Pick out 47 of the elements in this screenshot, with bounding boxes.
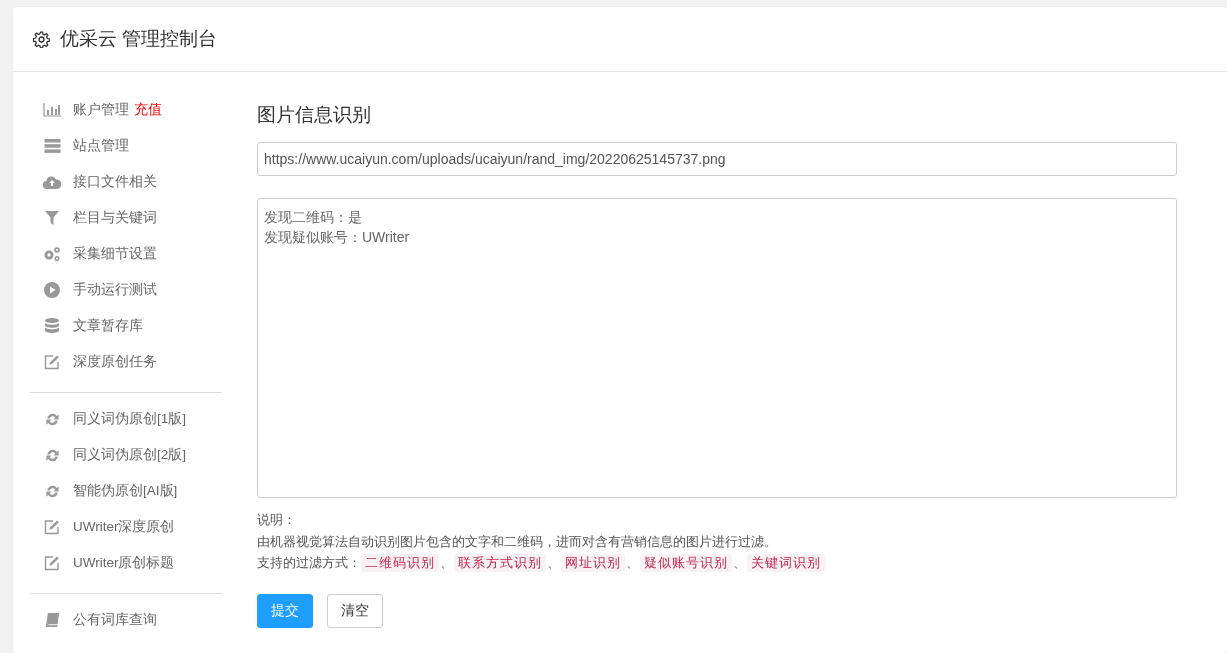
section-title: 图片信息识别 bbox=[257, 103, 372, 127]
book-icon bbox=[43, 612, 61, 628]
sidebar-item[interactable]: 公有词库查询 bbox=[73, 611, 157, 629]
filter-label: 支持的过滤方式： bbox=[257, 555, 361, 572]
separator-text: 、 bbox=[733, 555, 746, 572]
sidebar-item[interactable]: 同义词伪原创[1版] bbox=[73, 410, 186, 428]
gears-icon bbox=[43, 246, 61, 262]
edit-icon bbox=[43, 354, 61, 370]
gear-icon bbox=[33, 30, 50, 48]
sidebar-item[interactable]: 深度原创任务 bbox=[73, 353, 157, 371]
sidebar-item[interactable]: 智能伪原创[AI版] bbox=[73, 482, 178, 500]
url-field[interactable]: https://www.ucaiyun.com/uploads/ucaiyun/rand_img/20220625145737.png bbox=[257, 142, 1177, 176]
recharge-link[interactable]: 充值 bbox=[134, 101, 162, 119]
cloud-upload-icon bbox=[43, 175, 61, 189]
filter-tag: 联系方式识别 bbox=[454, 554, 546, 572]
edit-icon bbox=[43, 519, 61, 535]
sidebar-item[interactable]: 栏目与关键词 bbox=[73, 209, 157, 227]
description-text: 由机器视觉算法自动识别图片包含的文字和二维码，进而对含有营销信息的图片进行过滤。 bbox=[257, 534, 778, 551]
sidebar-item[interactable]: 账户管理 bbox=[73, 101, 129, 119]
sidebar-item[interactable]: 同义词伪原创[2版] bbox=[73, 446, 186, 464]
filter-tag: 网址识别 bbox=[561, 554, 625, 572]
sidebar-item[interactable]: 接口文件相关 bbox=[73, 173, 157, 191]
sidebar-item[interactable]: 文章暂存库 bbox=[73, 317, 143, 335]
sidebar-item[interactable]: UWriter深度原创 bbox=[73, 518, 175, 536]
page-title: 优采云 管理控制台 bbox=[60, 27, 218, 51]
clear-button[interactable]: 清空 bbox=[327, 594, 383, 628]
sidebar-item[interactable]: UWriter原创标题 bbox=[73, 554, 175, 572]
separator-text: 、 bbox=[547, 555, 560, 572]
bar-chart-icon bbox=[43, 103, 61, 117]
refresh-icon bbox=[43, 447, 61, 463]
filter-icon bbox=[43, 211, 61, 225]
filter-tag: 关键词识别 bbox=[747, 554, 825, 572]
notes-heading: 说明： bbox=[257, 512, 297, 529]
refresh-icon bbox=[43, 483, 61, 499]
sidebar-item[interactable]: 采集细节设置 bbox=[73, 245, 157, 263]
sidebar-item[interactable]: 手动运行测试 bbox=[73, 281, 157, 299]
refresh-icon bbox=[43, 411, 61, 427]
server-icon bbox=[43, 139, 61, 153]
sidebar-item[interactable]: 站点管理 bbox=[73, 137, 129, 155]
result-field[interactable]: 发现二维码：是 发现疑似账号：UWriter bbox=[257, 198, 1177, 498]
filter-tag: 二维码识别 bbox=[361, 554, 439, 572]
separator-text: 、 bbox=[626, 555, 639, 572]
play-icon bbox=[43, 282, 61, 298]
edit-icon bbox=[43, 555, 61, 571]
filter-tag: 疑似账号识别 bbox=[640, 554, 732, 572]
separator-text: 、 bbox=[440, 555, 453, 572]
database-icon bbox=[43, 318, 61, 334]
